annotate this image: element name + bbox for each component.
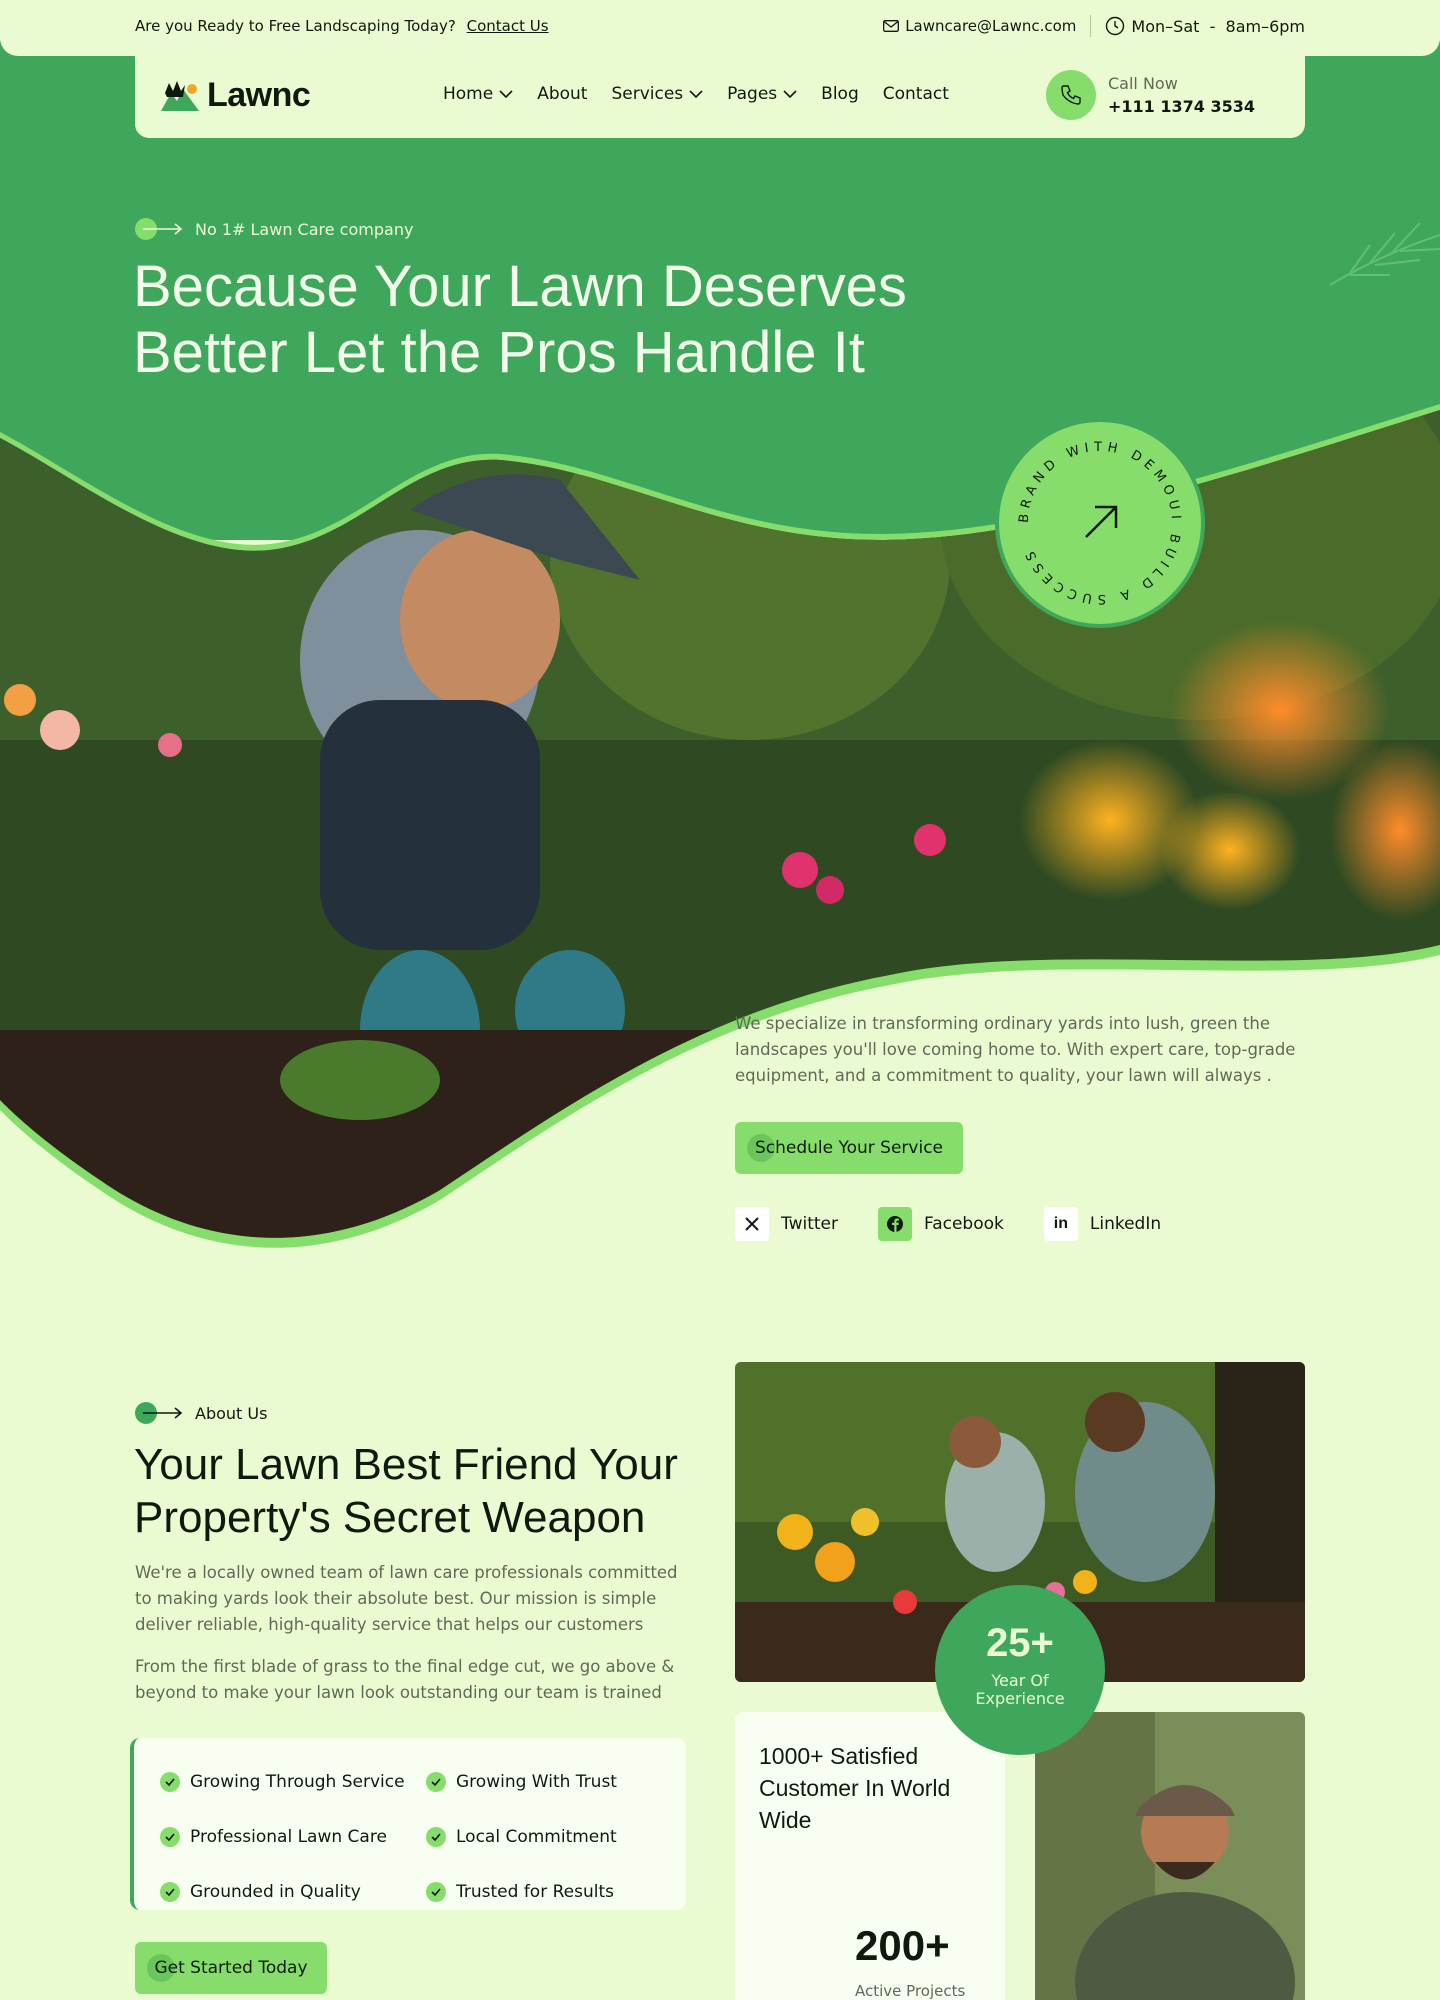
check-icon: [160, 1826, 180, 1847]
arrow-icon: [135, 1402, 183, 1424]
mail-icon: [883, 20, 900, 32]
nav-item-label: Contact: [882, 84, 949, 104]
about-title: Your Lawn Best Friend Your Property's Se…: [134, 1438, 714, 1544]
experience-number: 25+: [986, 1621, 1054, 1665]
list-item-label: Growing With Trust: [456, 1771, 617, 1792]
social-label: Twitter: [781, 1214, 838, 1234]
projects-number: 200+: [855, 1922, 950, 1969]
nav-item-label: Services: [611, 84, 684, 104]
list-item-label: Growing Through Service: [190, 1771, 405, 1792]
list-item: Growing Through Service: [160, 1764, 426, 1799]
chevron-down-icon: [783, 89, 797, 98]
social-links: Twitter Facebook in LinkedIn: [735, 1207, 1161, 1241]
call-phone[interactable]: +111 1374 3534: [1108, 97, 1255, 116]
gardener-portrait-image: [1035, 1712, 1305, 2000]
list-item-label: Professional Lawn Care: [190, 1826, 387, 1847]
list-item: Local Commitment: [426, 1819, 676, 1854]
arrow-up-right-icon: [1085, 505, 1118, 538]
projects-label: Active Projects: [855, 1982, 966, 2000]
hours-text: Mon–Sat - 8am–6pm: [1131, 16, 1305, 36]
logo[interactable]: Lawnc: [159, 76, 311, 115]
experience-label: Year Of Experience: [935, 1672, 1105, 1708]
top-bar: Are you Ready to Free Landscaping Today?…: [0, 0, 1440, 56]
hero-eyebrow: No 1# Lawn Care company: [135, 218, 413, 240]
hero-title-line2: Better Let the Pros Handle It: [133, 320, 865, 385]
check-icon: [426, 1826, 446, 1847]
button-label: Get Started Today: [154, 1958, 308, 1978]
nav-menu: Home About Services Pages Blog Contact: [443, 84, 949, 104]
x-icon: [735, 1207, 769, 1241]
check-icon: [426, 1771, 446, 1792]
list-item: Professional Lawn Care: [160, 1819, 426, 1854]
nav-item-home[interactable]: Home: [443, 84, 513, 104]
hours-info: Mon–Sat - 8am–6pm: [1105, 16, 1305, 36]
about-eyebrow: About Us: [135, 1402, 267, 1424]
nav-item-label: Blog: [821, 84, 859, 104]
nav-item-label: Home: [443, 84, 494, 104]
chevron-down-icon: [499, 89, 513, 98]
about-paragraph-2: From the first blade of grass to the fin…: [135, 1657, 675, 1702]
experience-label-line1: Year Of: [991, 1671, 1049, 1690]
nav-item-blog[interactable]: Blog: [821, 84, 859, 104]
social-twitter[interactable]: Twitter: [735, 1207, 838, 1241]
clock-icon: [1105, 16, 1125, 36]
phone-icon: [1045, 70, 1096, 120]
experience-badge: 25+ Year Of Experience: [935, 1585, 1105, 1755]
check-icon: [160, 1882, 180, 1903]
chevron-down-icon: [689, 89, 703, 98]
promo-bar: Are you Ready to Free Landscaping Today?…: [135, 17, 549, 35]
nav-item-pages[interactable]: Pages: [727, 84, 797, 104]
check-icon: [160, 1771, 180, 1792]
social-label: Facebook: [923, 1214, 1004, 1234]
contact-us-link[interactable]: Contact Us: [467, 17, 549, 35]
customers-text: 1000+ Satisfied Customer In World Wide: [759, 1743, 951, 1833]
list-item-label: Grounded in Quality: [190, 1882, 361, 1903]
list-item: Trusted for Results: [426, 1875, 676, 1910]
nav-item-services[interactable]: Services: [611, 84, 703, 104]
customer-stat-card: 1000+ Satisfied Customer In World Wide 2…: [735, 1712, 1005, 2000]
social-linkedin[interactable]: in LinkedIn: [1043, 1207, 1162, 1241]
about-title-line2: Property's Secret Weapon: [134, 1493, 646, 1542]
list-item-label: Trusted for Results: [456, 1882, 614, 1903]
logo-text: Lawnc: [207, 76, 311, 114]
hero-description: We specialize in transforming ordinary y…: [735, 1014, 1296, 1085]
hero-title-line1: Because Your Lawn Deserves: [133, 254, 907, 319]
nav-item-about[interactable]: About: [537, 84, 587, 104]
call-now[interactable]: Call Now +111 1374 3534: [1045, 70, 1255, 120]
about-paragraph-1: We're a locally owned team of lawn care …: [135, 1563, 678, 1634]
about-title-line1: Your Lawn Best Friend Your: [134, 1440, 678, 1489]
nav-item-label: About: [537, 84, 588, 104]
button-label: Schedule Your Service: [754, 1138, 944, 1158]
promo-text: Are you Ready to Free Landscaping Today?: [135, 17, 456, 35]
list-item-label: Local Commitment: [456, 1826, 617, 1847]
divider: [1090, 15, 1092, 37]
feature-checklist: Growing Through Service Growing With Tru…: [130, 1738, 686, 1910]
experience-label-line2: Experience: [975, 1689, 1065, 1708]
email-info[interactable]: Lawncare@Lawnc.com: [883, 17, 1076, 35]
nav-item-label: Pages: [727, 84, 778, 104]
about-eyebrow-text: About Us: [195, 1403, 268, 1423]
hero-image: [0, 404, 1440, 1248]
logo-icon: [161, 80, 199, 111]
social-label: LinkedIn: [1089, 1214, 1162, 1234]
arrow-icon: [135, 218, 183, 240]
check-icon: [426, 1882, 446, 1903]
brand-badge[interactable]: BRAND WITH DEMOUI BUILD A SUCCESS: [995, 418, 1205, 628]
call-label: Call Now: [1107, 74, 1178, 93]
hero-eyebrow-text: No 1# Lawn Care company: [195, 219, 414, 239]
schedule-service-button[interactable]: Schedule Your Service: [735, 1122, 963, 1174]
main-navbar: Lawnc Home About Services Pages Blog Con…: [135, 56, 1305, 138]
circular-badge-text: BRAND WITH DEMOUI BUILD A SUCCESS: [1017, 440, 1178, 606]
hero-title: Because Your Lawn Deserves Better Let th…: [133, 254, 1033, 386]
list-item: Grounded in Quality: [160, 1875, 426, 1910]
email-text: Lawncare@Lawnc.com: [905, 17, 1077, 35]
list-item: Growing With Trust: [426, 1764, 676, 1799]
linkedin-icon: in: [1043, 1207, 1078, 1241]
get-started-button[interactable]: Get Started Today: [135, 1942, 327, 1994]
nav-item-contact[interactable]: Contact: [883, 84, 949, 104]
contact-info: Lawncare@Lawnc.com Mon–Sat - 8am–6pm: [883, 15, 1305, 37]
palm-leaf-icon: [1329, 222, 1440, 286]
social-facebook[interactable]: Facebook: [877, 1207, 1004, 1241]
facebook-icon: [877, 1207, 912, 1241]
